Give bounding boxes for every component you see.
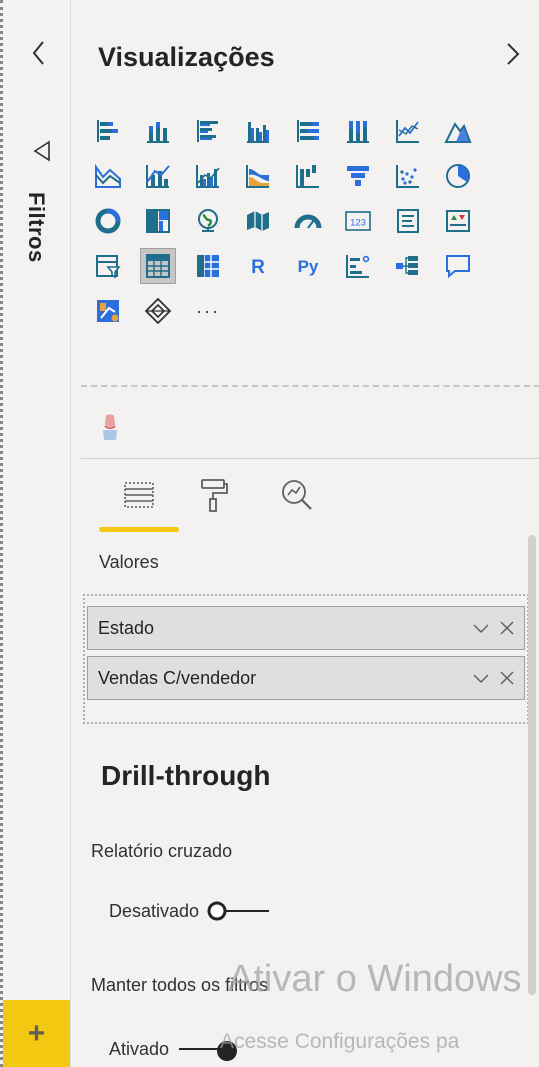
- filters-label[interactable]: Filtros: [23, 192, 49, 263]
- line-chart-icon[interactable]: [391, 114, 425, 148]
- keep-filters-toggle[interactable]: [175, 1036, 245, 1062]
- svg-text:R: R: [251, 257, 265, 278]
- values-label: Valores: [99, 552, 159, 572]
- filled-map-icon[interactable]: [241, 204, 275, 238]
- line-and-clustered-column-chart-icon[interactable]: [191, 159, 225, 193]
- funnel-chart-icon[interactable]: [341, 159, 375, 193]
- waterfall-chart-icon[interactable]: [291, 159, 325, 193]
- paginated-report-icon[interactable]: [91, 294, 125, 328]
- donut-chart-icon[interactable]: [91, 204, 125, 238]
- gallery-divider: [81, 385, 539, 387]
- clustered-bar-chart-icon[interactable]: [191, 114, 225, 148]
- analytics-magnifier-icon: [282, 480, 312, 510]
- visualizations-pane: Visualizações 123 R Py ··· Valores Estad…: [70, 0, 539, 1067]
- 100-stacked-column-chart-icon[interactable]: [341, 114, 375, 148]
- 100-stacked-bar-chart-icon[interactable]: [291, 114, 325, 148]
- active-tab-indicator: [99, 527, 179, 532]
- collapse-filters-chevron-left-icon[interactable]: [27, 36, 51, 70]
- field-pill-estado[interactable]: Estado: [87, 606, 525, 650]
- paint-roller-icon: [201, 479, 228, 512]
- filter-funnel-icon: [30, 138, 52, 164]
- keep-filters-toggle-row: Ativado: [109, 1036, 245, 1062]
- decomposition-tree-icon[interactable]: [391, 249, 425, 283]
- chevron-down-icon[interactable]: [470, 667, 492, 689]
- stacked-column-chart-icon[interactable]: [141, 114, 175, 148]
- stacked-bar-chart-icon[interactable]: [91, 114, 125, 148]
- expand-pane-chevron-right-icon[interactable]: [500, 38, 526, 70]
- toggle-state-label: Ativado: [109, 1038, 170, 1059]
- gauge-icon[interactable]: [291, 204, 325, 238]
- field-name: Estado: [98, 617, 155, 638]
- multi-row-card-icon[interactable]: [391, 204, 425, 238]
- svg-text:Py: Py: [298, 257, 319, 276]
- area-chart-icon[interactable]: [441, 114, 475, 148]
- fields-icon: [124, 482, 154, 508]
- remove-field-close-icon[interactable]: [496, 617, 518, 639]
- format-tab[interactable]: [189, 470, 237, 520]
- more-visuals-ellipsis-icon[interactable]: ···: [191, 294, 225, 328]
- more-visuals-label: ···: [196, 300, 220, 321]
- cross-report-toggle-row: Desativado: [109, 898, 275, 924]
- stacked-area-chart-icon[interactable]: [91, 159, 125, 193]
- vertical-scrollbar[interactable]: [528, 535, 536, 995]
- toggle-state-label: Desativado: [109, 900, 200, 921]
- map-globe-icon[interactable]: [191, 204, 225, 238]
- svg-text:123: 123: [350, 218, 366, 229]
- python-visual-icon[interactable]: Py: [291, 249, 325, 283]
- filters-pane-collapsed[interactable]: Filtros +: [0, 0, 70, 1067]
- slicer-icon[interactable]: [91, 249, 125, 283]
- line-and-stacked-column-chart-icon[interactable]: [141, 159, 175, 193]
- r-script-visual-icon[interactable]: R: [241, 249, 275, 283]
- remove-field-close-icon[interactable]: [496, 667, 518, 689]
- qa-speech-bubble-icon[interactable]: [441, 249, 475, 283]
- card-123-icon[interactable]: 123: [341, 204, 375, 238]
- key-influencers-icon[interactable]: [341, 249, 375, 283]
- field-pill-vendas-c-vendedor[interactable]: Vendas C/vendedor: [87, 656, 525, 700]
- kpi-icon[interactable]: [441, 204, 475, 238]
- field-name: Vendas C/vendedor: [98, 667, 257, 688]
- scatter-chart-icon[interactable]: [391, 159, 425, 193]
- cross-report-toggle[interactable]: [205, 898, 275, 924]
- keep-filters-label: Manter todos os filtros: [91, 975, 269, 995]
- plus-icon: +: [27, 1016, 46, 1050]
- treemap-icon[interactable]: [141, 204, 175, 238]
- clustered-column-chart-icon[interactable]: [241, 114, 275, 148]
- cross-report-label: Relatório cruzado: [91, 841, 233, 861]
- power-apps-diamond-icon[interactable]: [141, 294, 175, 328]
- pie-chart-icon[interactable]: [441, 159, 475, 193]
- pane-title: Visualizações: [98, 42, 275, 72]
- section-divider: [81, 458, 539, 459]
- fields-tab[interactable]: [115, 470, 163, 520]
- analytics-tab[interactable]: [273, 470, 321, 520]
- add-button[interactable]: +: [3, 1000, 70, 1067]
- ribbon-chart-icon[interactable]: [241, 159, 275, 193]
- chevron-down-icon[interactable]: [470, 617, 492, 639]
- table-visual-icon[interactable]: [140, 248, 176, 284]
- drillthrough-title: Drill-through: [101, 760, 271, 791]
- custom-visual-icon[interactable]: [97, 412, 123, 444]
- matrix-visual-icon[interactable]: [191, 249, 225, 283]
